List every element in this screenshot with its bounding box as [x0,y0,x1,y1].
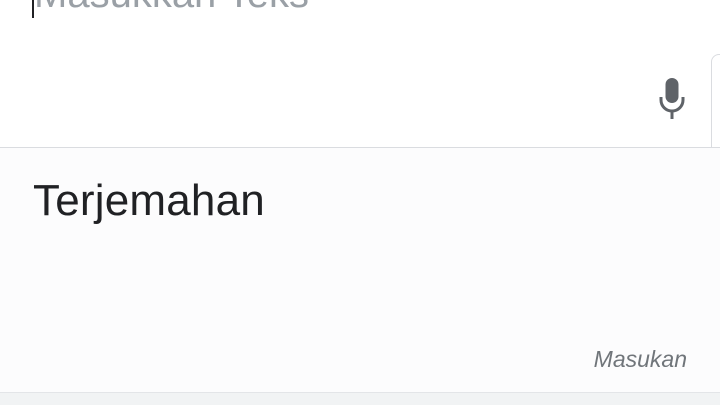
translation-output-panel: Terjemahan Masukan [0,148,720,392]
source-text-panel [0,0,720,147]
source-text-input[interactable] [34,0,634,16]
translation-output-text: Terjemahan [33,176,265,225]
microphone-icon [659,78,685,119]
voice-input-button[interactable] [650,74,694,124]
input-label: Masukan [593,346,687,372]
text-caret [32,0,34,18]
bottom-strip [0,393,720,405]
